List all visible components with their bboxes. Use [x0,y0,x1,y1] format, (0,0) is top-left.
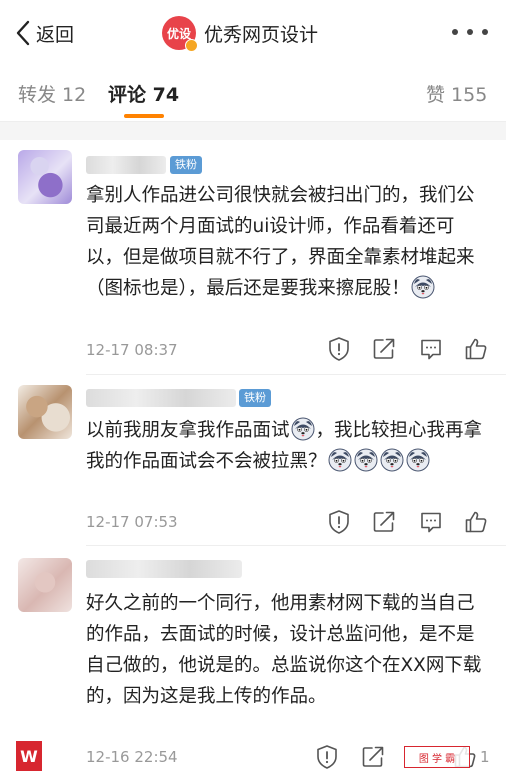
back-button[interactable]: 返回 [14,18,74,48]
comment-separator [86,545,506,546]
chevron-left-icon [16,20,30,46]
like-icon[interactable] [463,509,489,535]
more-dot-icon [482,29,488,35]
avatar[interactable] [18,150,72,204]
fan-badge: 铁粉 [170,156,202,174]
share-icon[interactable] [371,336,397,362]
comment-text: 好久之前的一个同行，他用素材网下载的当自己的作品，去面试的时候，设计总监问他，是… [86,593,482,707]
username-blurred[interactable] [86,560,242,578]
active-tab-indicator [124,114,164,118]
comment-time: 12-17 08:37 [86,341,178,359]
avatar[interactable] [18,385,72,439]
username-blurred[interactable] [86,389,236,407]
top-nav-bar: 返回 优设 优秀网页设计 [0,0,506,64]
comment-text: 以前我朋友拿我作品面试 ，我比较担心我再拿我的作品面试会不会被拉黑？ [86,415,490,477]
section-divider [0,122,506,140]
tabs-bar: 转发 12 评论 74 赞 155 [0,64,506,122]
husky-emoji-icon [411,275,435,299]
like-count: 1 [480,748,490,766]
avatar[interactable] [18,558,72,612]
more-options-button[interactable] [452,22,488,42]
comment-separator [86,374,506,375]
report-icon[interactable] [326,509,352,535]
tab-comments[interactable]: 评论 74 [108,80,179,107]
account-header[interactable]: 优设 优秀网页设计 [162,14,318,52]
watermark-stamp: 图 学 霸 [404,746,470,768]
tab-reposts[interactable]: 转发 12 [18,80,86,107]
verified-badge-icon [185,39,198,52]
comment-time: 12-16 22:54 [86,748,178,766]
reply-icon[interactable] [418,336,444,362]
husky-emoji-icon [354,448,378,472]
reply-icon[interactable] [418,509,444,535]
husky-emoji-icon [291,417,315,441]
share-icon[interactable] [371,509,397,535]
more-dot-icon [467,29,473,35]
like-icon[interactable] [463,336,489,362]
husky-emoji-icon [406,448,430,472]
tab-likes[interactable]: 赞 155 [426,80,487,107]
brand-logo: 优设 [162,16,198,52]
share-icon[interactable] [360,744,386,770]
husky-emoji-icon [380,448,404,472]
fan-badge: 铁粉 [239,389,271,407]
more-dot-icon [452,29,458,35]
back-label: 返回 [36,23,75,46]
comment-time: 12-17 07:53 [86,513,178,531]
report-icon[interactable] [326,336,352,362]
husky-emoji-icon [328,448,352,472]
report-icon[interactable] [314,744,340,770]
comment-text-part-a: 以前我朋友拿我作品面试 [86,420,290,441]
comment-text: 拿别人作品进公司很快就会被扫出门的，我们公司最近两个月面试的ui设计师，作品看着… [86,180,490,304]
watermark-logo: W [16,741,42,771]
username-blurred[interactable] [86,156,166,174]
account-name: 优秀网页设计 [204,23,319,46]
